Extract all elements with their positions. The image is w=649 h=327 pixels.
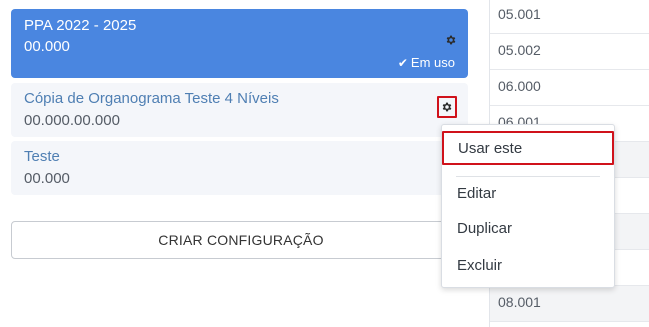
gear-icon[interactable]	[445, 34, 457, 46]
check-icon: ✔	[397, 56, 408, 70]
create-configuration-button[interactable]: CRIAR CONFIGURAÇÃO	[11, 221, 471, 259]
menu-item-delete[interactable]: Excluir	[457, 257, 502, 274]
config-card[interactable]: Cópia de Organograma Teste 4 Níveis 00.0…	[11, 83, 468, 137]
code-row[interactable]: 05.002	[490, 34, 649, 70]
config-card[interactable]: Teste 00.000	[11, 141, 468, 195]
gear-icon[interactable]	[441, 101, 453, 113]
code-row[interactable]: 06.000	[490, 70, 649, 106]
menu-item-use-this[interactable]: Usar este	[442, 131, 614, 165]
config-context-menu: Usar este Editar Duplicar Excluir	[441, 124, 615, 288]
config-code: 00.000	[24, 170, 70, 187]
code-row[interactable]: 05.001	[490, 0, 649, 34]
menu-item-edit[interactable]: Editar	[457, 185, 496, 202]
menu-item-duplicate[interactable]: Duplicar	[457, 220, 512, 237]
in-use-badge: ✔ Em uso	[397, 55, 455, 70]
config-card-active[interactable]: PPA 2022 - 2025 00.000 ✔ Em uso	[11, 9, 468, 78]
config-code: 00.000.00.000	[24, 112, 120, 129]
config-code: 00.000	[24, 38, 70, 55]
config-title: PPA 2022 - 2025	[24, 17, 137, 34]
configuration-list-panel: PPA 2022 - 2025 00.000 ✔ Em uso Cópia de …	[0, 0, 480, 327]
menu-divider	[456, 176, 600, 177]
gear-highlight-box	[437, 96, 457, 118]
code-row[interactable]: 08.001	[490, 286, 649, 322]
config-title: Cópia de Organograma Teste 4 Níveis	[24, 90, 279, 107]
config-title: Teste	[24, 148, 60, 165]
